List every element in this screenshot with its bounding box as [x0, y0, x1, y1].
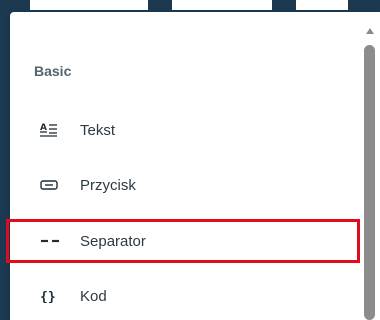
menu-item-label: Separator [80, 232, 146, 250]
scrollbar-thumb[interactable] [364, 45, 375, 320]
menu-item-tekst[interactable]: A Tekst [6, 108, 360, 152]
text-format-icon: A [40, 122, 80, 138]
menu-item-separator[interactable]: Separator [6, 219, 360, 263]
background-tab [296, 0, 348, 10]
menu-item-label: Przycisk [80, 176, 136, 194]
menu-item-label: Kod [80, 287, 107, 305]
code-braces-icon: {} [40, 289, 80, 303]
background-tab [172, 0, 272, 10]
scroll-up-arrow-icon[interactable] [366, 28, 374, 34]
menu-item-kod[interactable]: {} Kod [6, 274, 360, 318]
button-icon [40, 179, 80, 191]
separator-icon [40, 238, 80, 244]
background-tab [30, 0, 148, 10]
menu-item-przycisk[interactable]: Przycisk [6, 163, 360, 207]
menu-item-label: Tekst [80, 121, 116, 139]
section-title-basic: Basic [34, 63, 72, 79]
svg-text:{}: {} [40, 290, 56, 303]
